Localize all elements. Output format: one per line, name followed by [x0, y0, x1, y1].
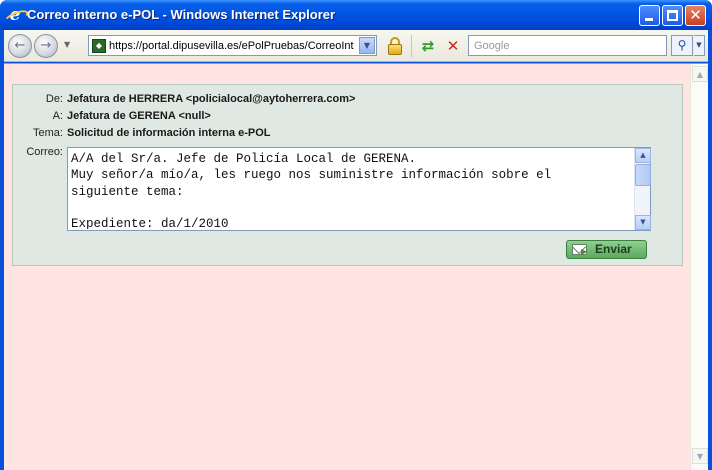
minimize-button[interactable] — [639, 5, 660, 26]
internet-explorer-icon: e — [6, 6, 24, 24]
textarea-scrollbar[interactable]: ▲ ▼ — [634, 148, 651, 230]
site-favicon-icon: ◆ — [92, 39, 106, 53]
subject-label: Tema: — [33, 127, 63, 139]
to-label: A: — [52, 110, 63, 122]
mail-form-panel: De: Jefatura de HERRERA <policialocal@ay… — [12, 84, 683, 266]
search-options-dropdown[interactable]: ▼ — [694, 35, 705, 56]
search-input[interactable]: Google — [468, 35, 667, 56]
mail-body-text[interactable]: A/A del Sr/a. Jefe de Policía Local de G… — [71, 151, 631, 229]
search-button[interactable]: ⚲ — [671, 35, 693, 56]
page-scroll-down-icon[interactable]: ▼ — [692, 448, 708, 464]
arrow-icon: ▶ — [581, 247, 588, 256]
address-dropdown-button[interactable]: ▼ — [359, 37, 375, 54]
scroll-down-arrow-icon[interactable]: ▼ — [635, 215, 651, 230]
close-icon: ✕ — [689, 6, 702, 24]
browser-window: e Correo interno e-POL - Windows Interne… — [0, 0, 712, 470]
close-button[interactable]: ✕ — [685, 5, 706, 26]
title-bar[interactable]: e Correo interno e-POL - Windows Interne… — [0, 0, 712, 30]
back-button[interactable]: ← — [8, 34, 32, 58]
maximize-button[interactable] — [662, 5, 683, 26]
refresh-button[interactable]: ⇄ — [417, 35, 439, 57]
scroll-up-arrow-icon[interactable]: ▲ — [635, 148, 651, 163]
send-button-label: Enviar — [595, 242, 632, 256]
toolbar-separator — [411, 35, 412, 57]
stop-button[interactable]: ✕ — [442, 35, 464, 57]
address-url[interactable]: https://portal.dipusevilla.es/ePolPrueba… — [109, 40, 354, 52]
minimize-icon — [645, 18, 653, 21]
envelope-icon: ▶ — [572, 244, 588, 256]
recent-pages-dropdown[interactable]: ▼ — [64, 40, 70, 49]
to-value: Jefatura de GERENA <null> — [67, 110, 211, 122]
page-scrollbar[interactable]: ▲ ▼ — [690, 64, 708, 470]
scroll-thumb[interactable] — [635, 164, 651, 186]
security-lock-icon[interactable] — [385, 36, 405, 56]
window-title: Correo interno e-POL - Windows Internet … — [27, 7, 336, 22]
forward-button[interactable]: → — [34, 34, 58, 58]
search-icon: ⚲ — [677, 38, 687, 52]
lock-body — [388, 44, 402, 55]
body-label: Correo: — [26, 146, 63, 158]
page-scroll-up-icon[interactable]: ▲ — [692, 66, 708, 82]
address-bar[interactable]: ◆ https://portal.dipusevilla.es/ePolPrue… — [88, 35, 377, 56]
send-button[interactable]: ▶ Enviar — [566, 240, 647, 259]
navigation-toolbar: ← → ▼ ◆ https://portal.dipusevilla.es/eP… — [4, 30, 708, 62]
from-value: Jefatura de HERRERA <policialocal@aytohe… — [67, 93, 356, 105]
page-viewport: De: Jefatura de HERRERA <policialocal@ay… — [4, 63, 708, 470]
maximize-icon — [667, 10, 678, 21]
mail-body-textarea[interactable]: A/A del Sr/a. Jefe de Policía Local de G… — [67, 147, 651, 231]
from-label: De: — [45, 93, 63, 105]
subject-value: Solicitud de información interna e-POL — [67, 127, 271, 139]
